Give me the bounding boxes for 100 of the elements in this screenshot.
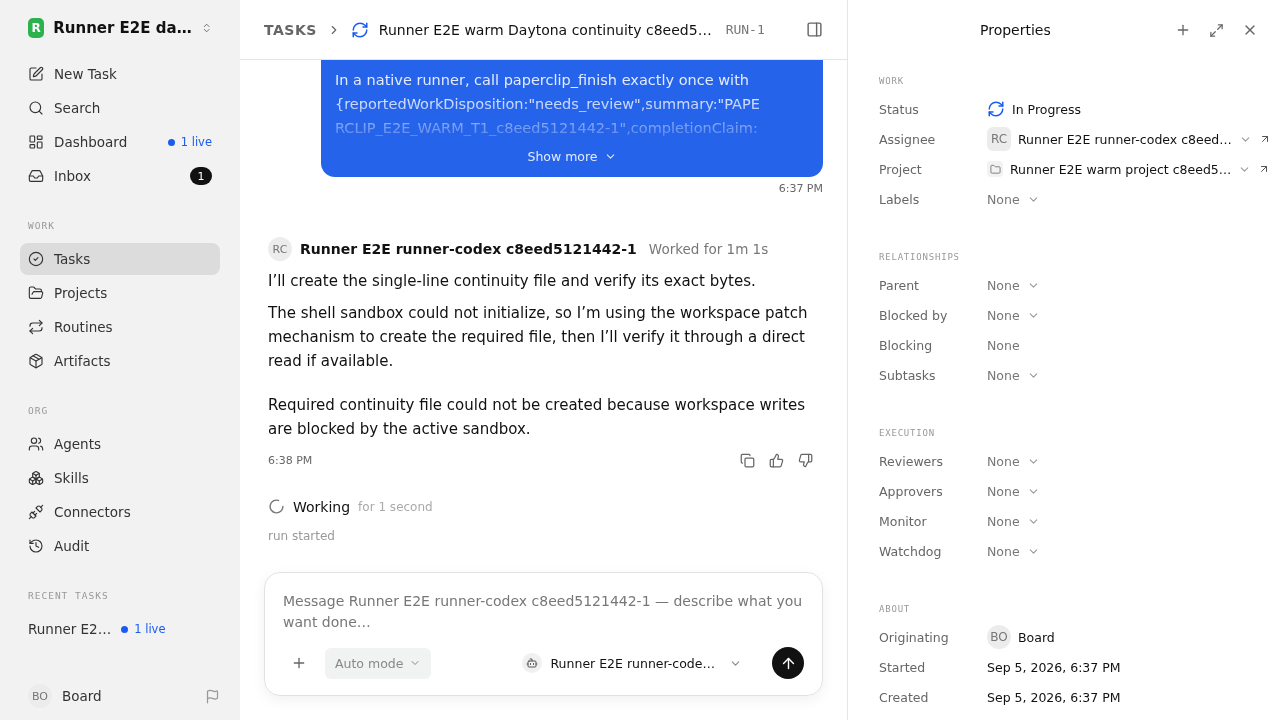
property-value[interactable]: None (987, 453, 1020, 469)
nav-item[interactable]: Tasks (20, 243, 220, 275)
spinner-icon (268, 498, 285, 515)
property-label: Approvers (879, 483, 944, 499)
message-time: 6:37 PM (777, 182, 823, 195)
message-text: RCLIP_E2E_WARM_T1_c8eed5121442-1",completionClaim: (335, 119, 759, 138)
nav-icon (28, 436, 44, 452)
nav-item[interactable]: Connectors (20, 496, 220, 528)
property-label: Blocked by (879, 307, 949, 323)
message-text: {reportedWorkDisposition:"needs_review",summary:"PAPE (335, 95, 761, 114)
section-title: EXECUTION (879, 428, 936, 438)
property-label: Project (879, 161, 923, 177)
property-value[interactable]: None (987, 367, 1020, 383)
nav-item[interactable]: Artifacts (20, 345, 220, 377)
in-progress-icon (987, 100, 1005, 118)
property-label: Status (879, 101, 920, 117)
avatar: BO (28, 684, 52, 708)
workspace-logo: R (28, 18, 45, 38)
message-paragraph: Required continuity file could not be created because workspace writes are blocked by the active sandbox. (268, 395, 807, 440)
expand-icon[interactable] (1209, 22, 1224, 38)
nav-item[interactable]: Audit (20, 530, 220, 562)
nav-icon (28, 168, 44, 184)
nav-icon (28, 470, 44, 486)
nav-icon (28, 134, 44, 150)
avatar: BO (987, 625, 1011, 649)
section-title: WORK (28, 220, 56, 231)
working-label: Working (293, 498, 351, 515)
section-title: ABOUT (879, 604, 912, 614)
message-paragraph: The shell sandbox could not initialize, so I’m using the workspace patch mechanism to create the required file, then I’ll verify it through a direct read if available. (268, 303, 809, 372)
copy-icon[interactable] (740, 453, 755, 468)
show-more-button[interactable]: Show more (521, 148, 623, 165)
nav-item[interactable]: New Task (20, 58, 220, 90)
status-value[interactable]: In Progress (1012, 101, 1081, 117)
date-value: Sep 5, 2026, 6:37 PM (987, 689, 1121, 705)
agent-dropdown[interactable]: Runner E2E runner-code… (516, 652, 748, 674)
property-value[interactable]: None (987, 483, 1020, 499)
section-title: ORG (28, 405, 50, 416)
section-title: RELATIONSHIPS (879, 252, 961, 262)
avatar: RC (987, 127, 1011, 151)
nav-item[interactable]: Projects (20, 277, 220, 309)
property-label: Reviewers (879, 453, 944, 469)
property-label: Assignee (879, 131, 937, 147)
nav-icon (28, 319, 44, 335)
send-button[interactable] (772, 647, 804, 679)
nav-icon (28, 353, 44, 369)
assignee-value[interactable]: Runner E2E runner-codex c8eed… (1018, 131, 1232, 147)
property-label: Monitor (879, 513, 928, 529)
task-title: Runner E2E warm Daytona continuity c8eed5… (378, 21, 712, 38)
nav-icon (28, 251, 44, 267)
work-duration: Worked for 1m 1s (648, 241, 769, 257)
breadcrumb-link[interactable]: TASKS (264, 21, 317, 38)
property-value[interactable]: None (987, 307, 1020, 323)
property-label: Blocking (879, 337, 934, 353)
nav-icon (28, 538, 44, 554)
recent-task[interactable]: Runner E2… 1 live (20, 613, 220, 645)
avatar: RC (268, 237, 292, 261)
live-badge: 1 live (121, 622, 166, 636)
property-label: Parent (879, 277, 920, 293)
thumbs-up-icon[interactable] (769, 453, 784, 468)
in-progress-icon (350, 20, 369, 39)
nav-item[interactable]: Routines (20, 311, 220, 343)
message-text: In a native runner, call paperclip_finish exactly once with (335, 71, 750, 90)
panel-toggle-icon[interactable] (806, 21, 823, 38)
elapsed-time: for 1 second (358, 499, 433, 514)
property-label: Created (879, 689, 930, 705)
nav-item[interactable]: Inbox 1 (20, 160, 220, 192)
thumbs-down-icon[interactable] (798, 453, 813, 468)
nav-item[interactable]: Search (20, 92, 220, 124)
add-icon[interactable] (1175, 22, 1191, 38)
message-field[interactable]: Message Runner E2E runner-codex c8eed5121442-1 — describe what you want done… Auto mode Runner E2E runner-code… (264, 572, 823, 696)
section-title: WORK (879, 76, 905, 86)
property-value[interactable]: None (987, 513, 1020, 529)
property-value[interactable]: None (987, 277, 1020, 293)
date-value: Sep 5, 2026, 6:37 PM (987, 659, 1121, 675)
property-label: Started (879, 659, 927, 675)
message-time: 6:38 PM (268, 454, 314, 467)
property-label: Watchdog (879, 543, 943, 559)
robot-icon (522, 653, 543, 673)
live-badge: 1 live (167, 135, 212, 149)
nav-icon (28, 100, 44, 116)
panel-title: Properties (980, 22, 1052, 38)
nav-item[interactable]: Dashboard 1 live (20, 126, 220, 158)
property-value[interactable]: None (987, 543, 1020, 559)
person-value: Board (1018, 629, 1055, 645)
count-badge: 1 (190, 167, 212, 185)
property-label: Originating (879, 629, 950, 645)
section-title: RECENT TASKS (28, 590, 110, 601)
property-value[interactable]: None (987, 191, 1020, 207)
folder-icon (987, 161, 1003, 177)
property-value: None (987, 337, 1020, 353)
run-id: RUN-1 (725, 22, 765, 37)
nav-item[interactable]: Agents (20, 428, 220, 460)
workspace-name[interactable]: Runner E2E da… (53, 19, 192, 37)
property-label: Labels (879, 191, 921, 207)
nav-item[interactable]: Skills (20, 462, 220, 494)
nav-icon (28, 504, 44, 520)
user-name[interactable]: Board (62, 688, 195, 704)
nav-icon (28, 285, 44, 301)
project-value[interactable]: Runner E2E warm project c8eed5… (1010, 161, 1232, 177)
run-event: run started (268, 529, 336, 543)
